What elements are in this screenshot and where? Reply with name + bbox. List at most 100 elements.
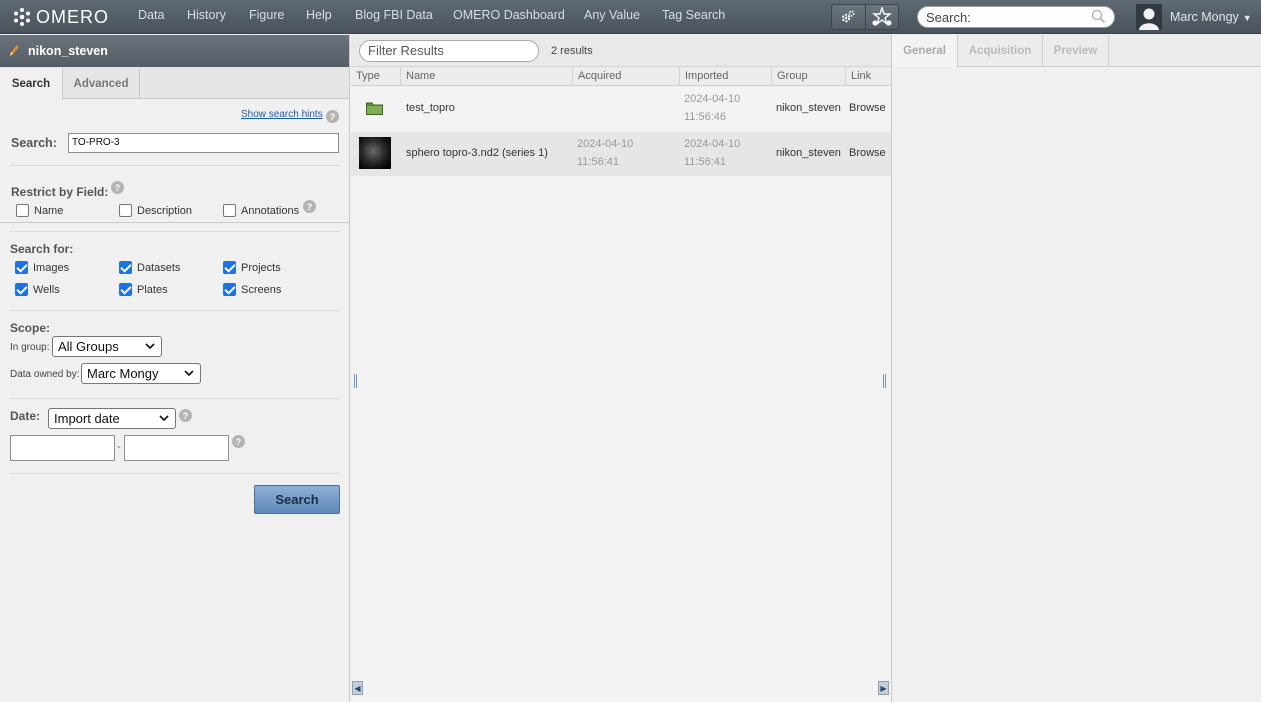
- restrict-name-checkbox[interactable]: [16, 204, 29, 217]
- top-navigation-bar: OMERO Data History Figure Help Blog FBI …: [0, 0, 1261, 34]
- search-for-label: Search for:: [10, 242, 74, 256]
- search-label: Search:: [11, 136, 57, 150]
- in-group-select[interactable]: All Groups: [52, 336, 162, 357]
- chevron-down-icon: [159, 415, 169, 422]
- tab-general[interactable]: General: [892, 35, 958, 67]
- search-for-plates-label: Plates: [137, 284, 168, 296]
- date-range-separator: -: [117, 441, 121, 453]
- column-header-acquired[interactable]: Acquired: [572, 67, 679, 86]
- search-for-images-checkbox[interactable]: [15, 261, 28, 274]
- result-group: nikon_steven: [776, 102, 841, 114]
- restrict-description-checkbox[interactable]: [119, 204, 132, 217]
- toolbar-buttons: [831, 4, 899, 30]
- search-for-screens-checkbox[interactable]: [223, 283, 236, 296]
- omero-logo[interactable]: OMERO: [12, 7, 109, 27]
- image-thumbnail: [359, 137, 391, 169]
- search-for-wells-checkbox[interactable]: [15, 283, 28, 296]
- result-group: nikon_steven: [776, 147, 841, 159]
- search-for-projects-checkbox[interactable]: [223, 261, 236, 274]
- nav-figure[interactable]: Figure: [249, 8, 284, 22]
- chevron-down-icon: [184, 370, 194, 377]
- right-splitter-handle[interactable]: [883, 374, 886, 388]
- search-for-datasets-checkbox[interactable]: [119, 261, 132, 274]
- nav-any-value[interactable]: Any Value: [584, 8, 640, 22]
- restrict-annotations-label: Annotations: [241, 205, 300, 217]
- date-label: Date:: [10, 409, 41, 423]
- help-icon[interactable]: ?: [111, 181, 124, 194]
- table-row[interactable]: sphero topro-3.nd2 (series 1) 2024-04-10…: [351, 132, 891, 176]
- search-for-screens-label: Screens: [241, 284, 282, 296]
- results-count: 2 results: [551, 44, 593, 57]
- data-owned-by-selected-value: Marc Mongy: [87, 366, 159, 381]
- search-query-input[interactable]: TO-PRO-3: [68, 133, 339, 153]
- tab-search[interactable]: Search: [0, 68, 63, 100]
- date-type-selected-value: Import date: [54, 411, 120, 426]
- date-type-select[interactable]: Import date: [48, 408, 176, 429]
- user-menu[interactable]: Marc Mongy ▼: [1136, 3, 1252, 31]
- column-header-imported[interactable]: Imported: [679, 67, 771, 86]
- table-row[interactable]: test_topro 2024-04-10 11:56:46 nikon_ste…: [351, 87, 891, 131]
- date-to-input[interactable]: [124, 435, 229, 461]
- nav-tag-search[interactable]: Tag Search: [662, 8, 725, 22]
- search-for-plates-checkbox[interactable]: [119, 283, 132, 296]
- user-silhouette-icon: [1139, 8, 1159, 30]
- date-from-input[interactable]: [10, 435, 115, 461]
- restrict-description-label: Description: [137, 205, 193, 217]
- search-icon[interactable]: [1091, 9, 1106, 24]
- results-panel: 2 results Type Name Acquired Imported Gr…: [351, 35, 891, 702]
- dataset-folder-icon: [366, 102, 383, 115]
- data-owned-by-select[interactable]: Marc Mongy: [81, 363, 201, 384]
- settings-gears-button[interactable]: [832, 5, 866, 29]
- divider: [10, 398, 340, 399]
- tab-acquisition[interactable]: Acquisition: [958, 35, 1043, 67]
- collapse-left-button[interactable]: ◀: [352, 681, 363, 695]
- collapse-right-button[interactable]: ▶: [878, 681, 889, 695]
- column-header-group[interactable]: Group: [771, 67, 845, 86]
- divider: [10, 165, 340, 166]
- left-splitter-handle[interactable]: [354, 374, 357, 388]
- result-name[interactable]: test_topro: [406, 102, 455, 114]
- in-group-label: In group:: [10, 342, 50, 353]
- scope-label: Scope:: [10, 321, 51, 335]
- result-acquired-date: 2024-04-10: [577, 138, 634, 150]
- restrict-by-field-label: Restrict by Field:: [11, 185, 109, 199]
- help-icon[interactable]: ?: [232, 435, 245, 448]
- search-for-datasets-label: Datasets: [137, 262, 181, 274]
- column-header-link[interactable]: Link: [845, 67, 891, 86]
- nav-blog-fbi-data[interactable]: Blog FBI Data: [355, 8, 433, 22]
- help-icon[interactable]: ?: [303, 200, 316, 213]
- search-for-projects-label: Projects: [241, 262, 281, 274]
- browse-link[interactable]: Browse: [849, 102, 886, 114]
- stars-icon: [871, 7, 892, 27]
- apps-button[interactable]: [866, 5, 899, 29]
- show-search-hints-link[interactable]: Show search hints: [241, 109, 323, 120]
- restrict-annotations-checkbox[interactable]: [223, 204, 236, 217]
- nav-omero-dashboard[interactable]: OMERO Dashboard: [453, 8, 565, 22]
- panel-border: [0, 222, 349, 223]
- tab-preview[interactable]: Preview: [1043, 35, 1109, 67]
- result-imported-time: 11:56:46: [684, 111, 727, 123]
- column-header-name[interactable]: Name: [400, 67, 572, 86]
- group-header: nikon_steven: [0, 35, 349, 67]
- data-owned-by-label: Data owned by:: [10, 369, 80, 380]
- result-imported-time: 11:56:41: [684, 156, 727, 168]
- help-icon[interactable]: ?: [326, 110, 339, 123]
- nav-history[interactable]: History: [187, 8, 226, 22]
- group-name: nikon_steven: [28, 44, 108, 58]
- browse-link[interactable]: Browse: [849, 147, 886, 159]
- result-name[interactable]: sphero topro-3.nd2 (series 1): [406, 147, 548, 159]
- global-search-input[interactable]: [917, 6, 1115, 28]
- nav-help[interactable]: Help: [306, 8, 332, 22]
- result-imported-date: 2024-04-10: [684, 93, 741, 105]
- tab-advanced[interactable]: Advanced: [63, 68, 140, 99]
- logo-text: OMERO: [36, 6, 110, 27]
- help-icon[interactable]: ?: [179, 409, 192, 422]
- search-button[interactable]: Search: [254, 485, 340, 514]
- divider: [10, 231, 340, 232]
- filter-results-input[interactable]: [359, 39, 539, 62]
- pencil-icon: [10, 45, 19, 56]
- in-group-selected-value: All Groups: [58, 339, 119, 354]
- nav-data[interactable]: Data: [138, 8, 164, 22]
- column-header-type[interactable]: Type: [351, 67, 400, 86]
- restrict-name-label: Name: [34, 205, 64, 217]
